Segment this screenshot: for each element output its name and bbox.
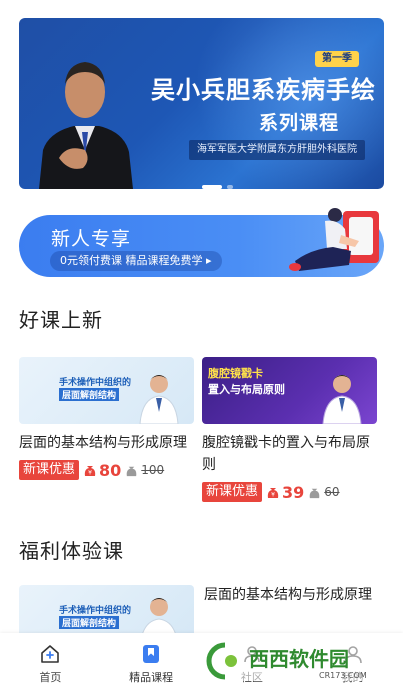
thumbnail-title-line1: 腹腔镜戳卡: [208, 367, 263, 380]
home-icon: [41, 645, 60, 663]
original-price: 100: [141, 463, 165, 477]
course-card[interactable]: 手术操作中组织的 层面解剖结构 层面的基本结构与形成原理 新课优惠 ¥ 80 1…: [19, 357, 194, 481]
original-price: 60: [324, 485, 340, 499]
doctor-photo: [142, 598, 176, 633]
price-row: 新课优惠 ¥ 39 60: [202, 481, 377, 503]
newcomer-banner[interactable]: 新人专享 0元领付费课 精品课程免费学 ▸: [19, 208, 384, 277]
banner-title: 吴小兵胆系疾病手绘: [151, 76, 376, 104]
xixi-watermark-logo: 西西软件园 CR173.COM: [201, 641, 383, 681]
watermark-text: 西西软件园: [249, 647, 349, 671]
price-row: 新课优惠 ¥ 80 100: [19, 459, 194, 481]
thumbnail-title-line2: 层面解剖结构: [59, 616, 120, 629]
hospital-label: 海军军医大学附属东方肝胆外科医院: [189, 140, 365, 160]
coin-bag-icon: ¥: [84, 466, 96, 477]
thumbnail-title-line1: 手术操作中组织的: [59, 378, 132, 388]
course-card[interactable]: 腹腔镜戳卡 置入与布局原则 腹腔镜戳卡的置入与布局原则 新课优惠 ¥ 39 60: [202, 357, 377, 503]
carousel-indicator: [202, 185, 233, 189]
svg-text:¥: ¥: [88, 470, 92, 477]
thumbnail-title-line2: 层面解剖结构: [59, 388, 120, 401]
nav-item-courses[interactable]: 精品课程: [101, 633, 202, 689]
nav-item-home[interactable]: 首页: [0, 633, 101, 689]
coin-bag-grey-icon: [126, 466, 137, 476]
course-thumbnail[interactable]: 腹腔镜戳卡 置入与布局原则: [202, 357, 377, 424]
section-title-new-courses: 好课上新: [19, 308, 103, 332]
nav-label: 精品课程: [129, 671, 174, 684]
doctor-photo: [139, 375, 179, 424]
course-name[interactable]: 腹腔镜戳卡的置入与布局原则: [202, 432, 377, 476]
lecturer-photo: [39, 62, 133, 189]
coin-bag-icon: ¥: [267, 488, 279, 499]
course-banner[interactable]: 第一季 吴小兵胆系疾病手绘 系列课程 海军军医大学附属东方肝胆外科医院: [19, 18, 384, 189]
course-name[interactable]: 层面的基本结构与形成原理: [19, 432, 194, 454]
welfare-course-thumbnail[interactable]: 手术操作中组织的 层面解剖结构: [19, 585, 194, 633]
newcomer-subtitle[interactable]: 0元领付费课 精品课程免费学 ▸: [50, 251, 222, 271]
current-price: 39: [282, 482, 305, 502]
carousel-dot-active[interactable]: [202, 185, 222, 189]
course-thumbnail[interactable]: 手术操作中组织的 层面解剖结构: [19, 357, 194, 424]
current-price: 80: [99, 460, 122, 480]
banner-subtitle: 系列课程: [259, 112, 340, 134]
coin-bag-grey-icon: [309, 488, 320, 498]
thumbnail-title-line1: 手术操作中组织的: [59, 606, 132, 616]
season-badge: 第一季: [315, 51, 359, 67]
thumbnail-title-line2: 置入与布局原则: [208, 383, 285, 396]
new-course-discount-tag: 新课优惠: [202, 482, 263, 502]
course-bookmark-icon: [143, 645, 160, 663]
carousel-dot[interactable]: [227, 185, 233, 189]
reading-woman-illustration: [289, 208, 379, 271]
section-title-welfare: 福利体验课: [19, 539, 124, 563]
doctor-photo: [322, 375, 362, 424]
new-course-discount-tag: 新课优惠: [19, 460, 80, 480]
nav-label: 首页: [39, 671, 62, 684]
welfare-course-name[interactable]: 层面的基本结构与形成原理: [204, 584, 389, 606]
newcomer-title: 新人专享: [51, 228, 132, 250]
svg-text:¥: ¥: [271, 492, 275, 499]
watermark-url: CR173.COM: [319, 671, 367, 680]
